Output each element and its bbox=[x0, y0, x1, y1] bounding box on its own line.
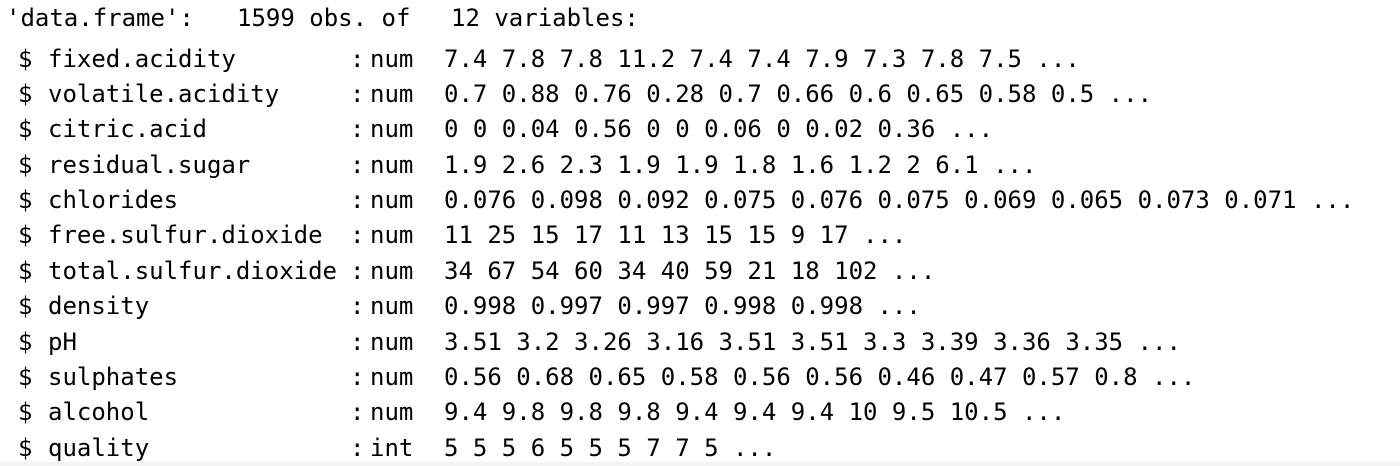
variable-values: 0.7 0.88 0.76 0.28 0.7 0.66 0.6 0.65 0.5… bbox=[444, 80, 1153, 108]
variable-row-total-sulfur-dioxide: $ total.sulfur.dioxide: num 34 67 54 60 34 … bbox=[6, 254, 935, 288]
variable-type: num bbox=[370, 115, 414, 143]
separator: : bbox=[350, 257, 365, 285]
variable-values: 0 0 0.04 0.56 0 0 0.06 0 0.02 0.36 ... bbox=[444, 115, 994, 143]
variable-type: num bbox=[370, 221, 414, 249]
dollar-marker: $ bbox=[18, 363, 33, 391]
variable-row-ph: $ pH: num 3.51 3.2 3.26 3.16 3.51 3.51 3.3 … bbox=[6, 325, 1181, 359]
variable-name: total.sulfur.dioxide bbox=[48, 257, 337, 285]
variable-name: alcohol bbox=[48, 398, 150, 426]
variable-type: int bbox=[370, 434, 414, 462]
observation-count: 1599 obs. of bbox=[237, 4, 411, 32]
variable-type: num bbox=[370, 328, 414, 356]
dollar-marker: $ bbox=[18, 115, 33, 143]
variable-name: quality bbox=[48, 434, 150, 462]
variable-row-free-sulfur-dioxide: $ free.sulfur.dioxide: num 11 25 15 17 11 1… bbox=[6, 218, 906, 252]
separator: : bbox=[350, 328, 365, 356]
variable-count: 12 variables: bbox=[451, 4, 639, 32]
variable-row-quality: $ quality: int 5 5 5 6 5 5 5 7 7 5 ... bbox=[6, 431, 776, 465]
variable-values: 1.9 2.6 2.3 1.9 1.9 1.8 1.6 1.2 2 6.1 ..… bbox=[444, 151, 1037, 179]
str-header: 'data.frame': 1599 obs. of 12 variables: bbox=[6, 1, 639, 35]
variable-name: chlorides bbox=[48, 186, 179, 214]
variable-values: 9.4 9.8 9.8 9.8 9.4 9.4 9.4 10 9.5 10.5 … bbox=[444, 398, 1066, 426]
variable-values: 34 67 54 60 34 40 59 21 18 102 ... bbox=[444, 257, 936, 285]
variable-name: volatile.acidity bbox=[48, 80, 280, 108]
variable-row-density: $ density: num 0.998 0.997 0.997 0.998 0.99… bbox=[6, 289, 921, 323]
separator: : bbox=[350, 186, 365, 214]
variable-type: num bbox=[370, 80, 414, 108]
dollar-marker: $ bbox=[18, 186, 33, 214]
variable-name: density bbox=[48, 292, 150, 320]
variable-values: 11 25 15 17 11 13 15 15 9 17 ... bbox=[444, 221, 907, 249]
variable-type: num bbox=[370, 398, 414, 426]
dollar-marker: $ bbox=[18, 434, 33, 462]
variable-row-sulphates: $ sulphates: num 0.56 0.68 0.65 0.58 0.56 0… bbox=[6, 360, 1195, 394]
variable-name: citric.acid bbox=[48, 115, 207, 143]
variable-type: num bbox=[370, 257, 414, 285]
separator: : bbox=[350, 398, 365, 426]
object-class-label: 'data.frame': bbox=[6, 4, 194, 32]
dollar-marker: $ bbox=[18, 80, 33, 108]
variable-row-chlorides: $ chlorides: num 0.076 0.098 0.092 0.075 0.… bbox=[6, 183, 1354, 217]
r-console-output: 'data.frame': 1599 obs. of 12 variables: $… bbox=[0, 0, 1400, 466]
variable-name: fixed.acidity bbox=[48, 45, 236, 73]
dollar-marker: $ bbox=[18, 45, 33, 73]
variable-values: 7.4 7.8 7.8 11.2 7.4 7.4 7.9 7.3 7.8 7.5… bbox=[444, 45, 1080, 73]
separator: : bbox=[350, 292, 365, 320]
separator: : bbox=[350, 434, 365, 462]
variable-row-fixed-acidity: $ fixed.acidity: num 7.4 7.8 7.8 11.2 7.4 7… bbox=[6, 42, 1080, 76]
separator: : bbox=[350, 45, 365, 73]
variable-name: free.sulfur.dioxide bbox=[48, 221, 323, 249]
separator: : bbox=[350, 151, 365, 179]
separator: : bbox=[350, 221, 365, 249]
dollar-marker: $ bbox=[18, 328, 33, 356]
dollar-marker: $ bbox=[18, 151, 33, 179]
variable-values: 0.076 0.098 0.092 0.075 0.076 0.075 0.06… bbox=[444, 186, 1355, 214]
dollar-marker: $ bbox=[18, 221, 33, 249]
variable-values: 0.998 0.997 0.997 0.998 0.998 ... bbox=[444, 292, 921, 320]
variable-row-alcohol: $ alcohol: num 9.4 9.8 9.8 9.8 9.4 9.4 9.4 … bbox=[6, 395, 1065, 429]
dollar-marker: $ bbox=[18, 398, 33, 426]
variable-values: 5 5 5 6 5 5 5 7 7 5 ... bbox=[444, 434, 777, 462]
variable-type: num bbox=[370, 363, 414, 391]
variable-values: 0.56 0.68 0.65 0.58 0.56 0.56 0.46 0.47 … bbox=[444, 363, 1196, 391]
variable-type: num bbox=[370, 292, 414, 320]
variable-name: pH bbox=[48, 328, 77, 356]
variable-row-citric-acid: $ citric.acid: num 0 0 0.04 0.56 0 0 0.06 0… bbox=[6, 112, 993, 146]
variable-type: num bbox=[370, 45, 414, 73]
variable-row-residual-sugar: $ residual.sugar: num 1.9 2.6 2.3 1.9 1.9 1… bbox=[6, 148, 1036, 182]
variable-type: num bbox=[370, 151, 414, 179]
dollar-marker: $ bbox=[18, 292, 33, 320]
variable-row-volatile-acidity: $ volatile.acidity: num 0.7 0.88 0.76 0.28 … bbox=[6, 77, 1152, 111]
dollar-marker: $ bbox=[18, 257, 33, 285]
variable-name: sulphates bbox=[48, 363, 179, 391]
separator: : bbox=[350, 363, 365, 391]
separator: : bbox=[350, 115, 365, 143]
variable-values: 3.51 3.2 3.26 3.16 3.51 3.51 3.3 3.39 3.… bbox=[444, 328, 1181, 356]
variable-type: num bbox=[370, 186, 414, 214]
separator: : bbox=[350, 80, 365, 108]
variable-name: residual.sugar bbox=[48, 151, 251, 179]
bottom-divider bbox=[0, 462, 1400, 466]
